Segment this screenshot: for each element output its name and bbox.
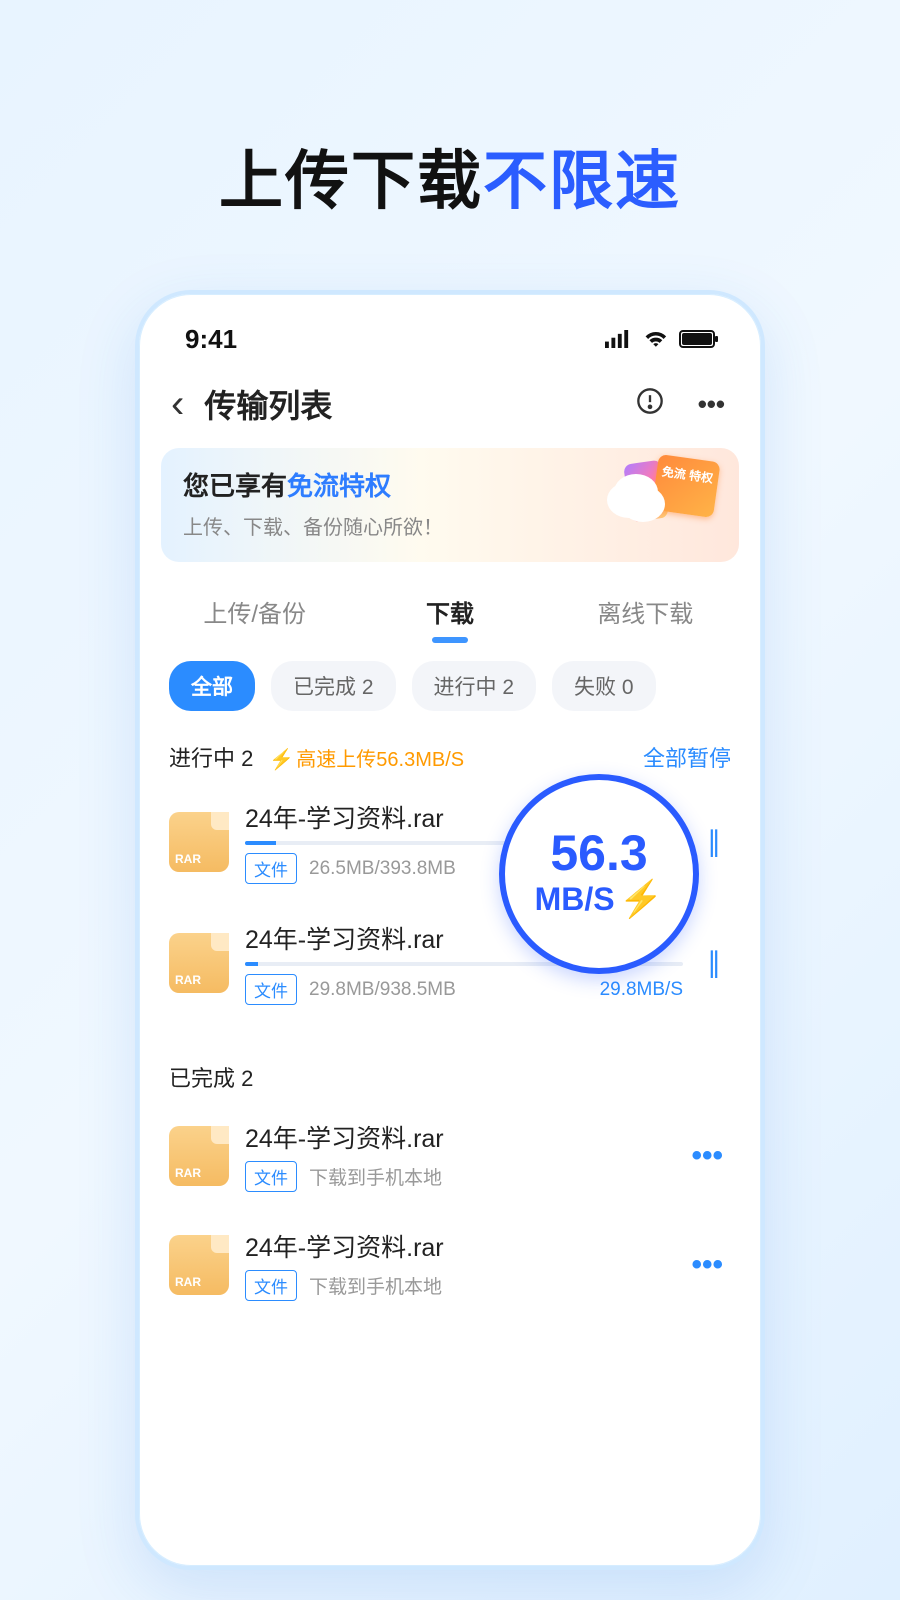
speed-unit: MB/S bbox=[535, 881, 615, 918]
bolt-icon: ⚡ bbox=[619, 878, 664, 920]
file-progress: 29.8MB/938.5MB bbox=[309, 979, 456, 1001]
completed-row: 24年-学习资料.rar 文件 下载到手机本地 ••• bbox=[157, 1101, 743, 1210]
rar-file-icon bbox=[169, 1126, 229, 1186]
nav-title: 传输列表 bbox=[204, 381, 611, 427]
filter-completed[interactable]: 已完成 2 bbox=[271, 661, 396, 711]
file-name: 24年-学习资料.rar bbox=[245, 1228, 667, 1264]
alert-icon[interactable] bbox=[626, 387, 674, 422]
pause-button[interactable]: ∥ bbox=[699, 946, 731, 979]
badge-card: 免流 特权 bbox=[651, 454, 720, 518]
banner-text-1b: 免流特权 bbox=[287, 471, 391, 501]
rar-file-icon bbox=[169, 1235, 229, 1295]
phone-frame: 9:41 ‹ 传输列表 ••• 您已享有免流特权 上传、下载、备份随心所欲！ 免… bbox=[135, 290, 765, 1570]
tab-offline-download[interactable]: 离线下载 bbox=[548, 580, 743, 647]
status-time: 9:41 bbox=[185, 324, 237, 355]
in-progress-title: 进行中 2 bbox=[169, 741, 253, 773]
more-icon[interactable]: ••• bbox=[688, 389, 735, 420]
wifi-icon bbox=[643, 324, 669, 355]
rar-file-icon bbox=[169, 933, 229, 993]
headline-blue: 不限速 bbox=[483, 145, 681, 217]
completed-header: 已完成 2 bbox=[157, 1043, 743, 1101]
filter-chips: 全部 已完成 2 进行中 2 失败 0 bbox=[157, 647, 743, 723]
file-meta: 下载到手机本地 bbox=[309, 1272, 442, 1299]
pause-all-button[interactable]: 全部暂停 bbox=[643, 741, 731, 773]
file-tag: 文件 bbox=[245, 1270, 297, 1301]
filter-progress[interactable]: 进行中 2 bbox=[412, 661, 537, 711]
headline-black: 上传下载 bbox=[219, 145, 483, 217]
cellular-icon bbox=[605, 324, 633, 355]
completed-row: 24年-学习资料.rar 文件 下载到手机本地 ••• bbox=[157, 1210, 743, 1319]
main-tabs: 上传/备份 下载 离线下载 bbox=[157, 580, 743, 647]
banner-text-1a: 您已享有 bbox=[183, 471, 287, 501]
status-bar: 9:41 bbox=[157, 308, 743, 370]
battery-icon bbox=[679, 330, 715, 348]
completed-title: 已完成 2 bbox=[169, 1061, 253, 1093]
file-rate: 29.8MB/S bbox=[600, 979, 683, 1001]
promo-banner[interactable]: 您已享有免流特权 上传、下载、备份随心所欲！ 免流 特权 bbox=[161, 448, 739, 562]
file-tag: 文件 bbox=[245, 1161, 297, 1192]
file-tag: 文件 bbox=[245, 974, 297, 1005]
rar-file-icon bbox=[169, 812, 229, 872]
file-meta: 下载到手机本地 bbox=[309, 1163, 442, 1190]
in-progress-header: 进行中 2 高速上传56.3MB/S 全部暂停 bbox=[157, 723, 743, 781]
status-indicators bbox=[605, 324, 715, 355]
row-more-button[interactable]: ••• bbox=[683, 1139, 731, 1173]
filter-failed[interactable]: 失败 0 bbox=[552, 661, 656, 711]
promo-headline: 上传下载不限速 bbox=[0, 0, 900, 222]
file-progress: 26.5MB/393.8MB bbox=[309, 858, 456, 880]
row-more-button[interactable]: ••• bbox=[683, 1248, 731, 1282]
tab-upload-backup[interactable]: 上传/备份 bbox=[157, 580, 352, 647]
file-tag: 文件 bbox=[245, 853, 297, 884]
speed-highlight-badge: 56.3 MB/S ⚡ bbox=[499, 774, 699, 974]
nav-bar: ‹ 传输列表 ••• bbox=[157, 370, 743, 438]
pause-button[interactable]: ∥ bbox=[699, 825, 731, 858]
tab-download[interactable]: 下载 bbox=[352, 580, 547, 647]
speed-value: 56.3 bbox=[550, 828, 647, 878]
file-name: 24年-学习资料.rar bbox=[245, 1119, 667, 1155]
filter-all[interactable]: 全部 bbox=[169, 661, 255, 711]
back-button[interactable]: ‹ bbox=[165, 384, 190, 424]
high-speed-label: 高速上传56.3MB/S bbox=[269, 743, 464, 772]
cloud-icon bbox=[607, 482, 651, 518]
